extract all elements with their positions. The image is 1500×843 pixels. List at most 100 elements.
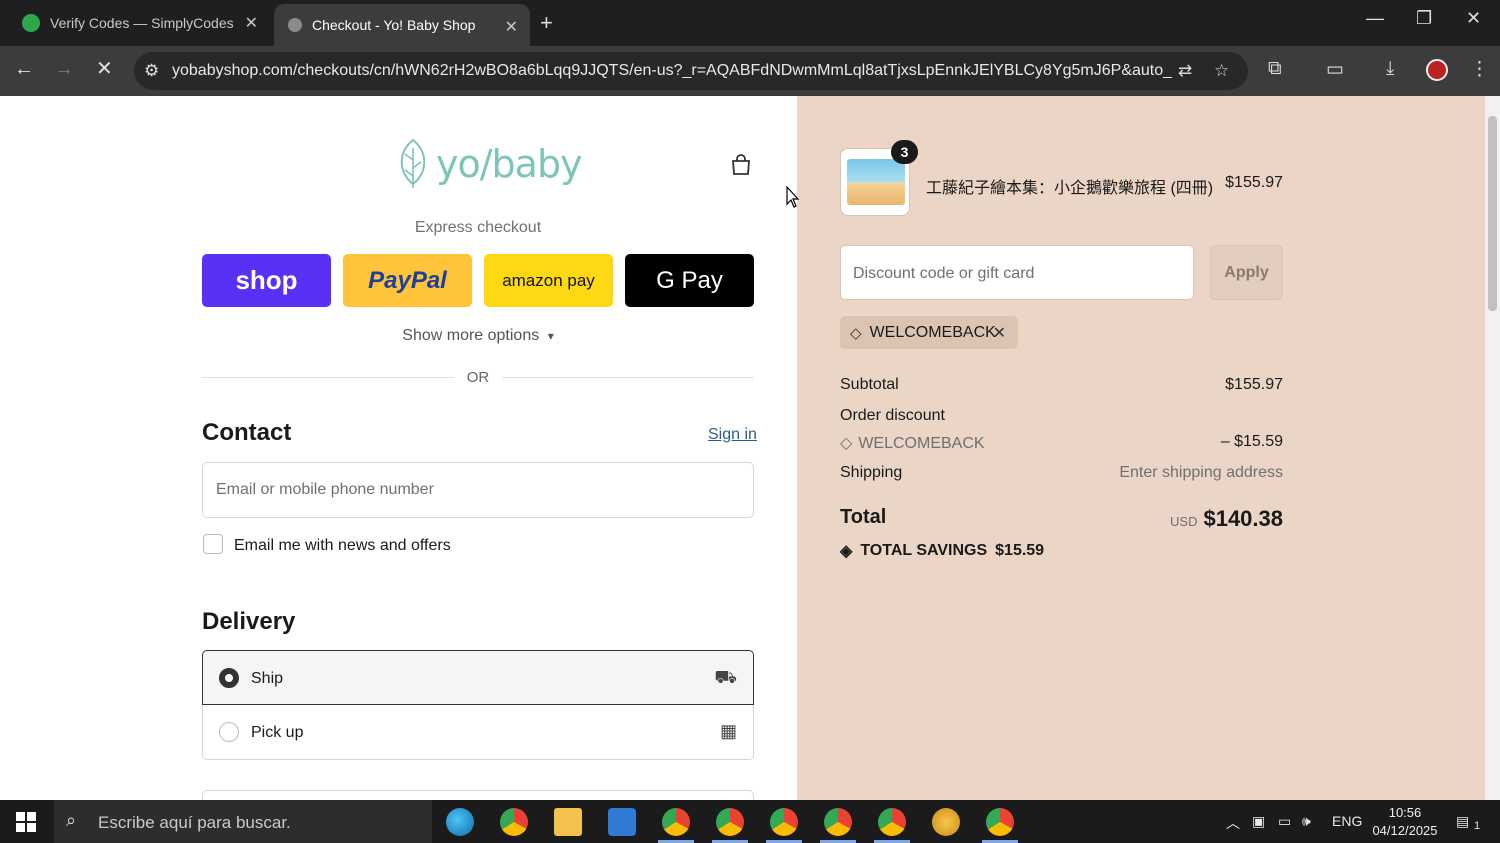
subtotal-value: $155.97 <box>1225 376 1283 393</box>
page-scrollbar[interactable] <box>1485 96 1500 800</box>
tab-checkout[interactable]: Checkout - Yo! Baby Shop ✕ <box>274 4 530 46</box>
apply-button[interactable]: Apply <box>1210 245 1283 300</box>
shipping-value: Enter shipping address <box>1119 464 1283 481</box>
google-pay-button[interactable]: G Pay <box>625 254 754 307</box>
delivery-option-pickup[interactable]: Pick up ▦ <box>202 705 754 760</box>
chrome-profile-icon[interactable] <box>712 808 748 843</box>
savings-label: TOTAL SAVINGS <box>860 542 988 559</box>
new-tab-icon[interactable]: + <box>540 10 553 36</box>
windows-start-icon[interactable] <box>16 812 36 832</box>
cast-icon[interactable]: ▭ <box>1326 58 1344 81</box>
shop-pay-button[interactable]: shop <box>202 254 331 307</box>
discount-code-input[interactable]: Discount code or gift card <box>840 245 1194 300</box>
next-section-box <box>202 790 754 800</box>
download-icon[interactable]: ⤓ <box>1386 58 1394 80</box>
taskbar-search[interactable]: ⌕ Escribe aquí para buscar. <box>54 800 432 843</box>
logo-text: yo/baby <box>436 142 583 186</box>
discount-value: – $15.59 <box>1220 433 1283 450</box>
site-info-icon[interactable]: ⚙ <box>144 61 159 81</box>
network-icon[interactable]: ▭ <box>1278 813 1291 830</box>
language-indicator[interactable]: ENG <box>1332 813 1362 829</box>
address-bar[interactable]: ⚙ yobabyshop.com/checkouts/cn/hWN62rH2wB… <box>134 52 1248 90</box>
product-image <box>847 159 905 205</box>
news-offers-label: Email me with news and offers <box>234 537 451 554</box>
app-icon[interactable] <box>932 808 960 836</box>
edge-icon[interactable] <box>446 808 474 836</box>
discount-code-text: WELCOMEBACK <box>858 435 985 452</box>
tag-icon: ◇ <box>850 324 862 342</box>
total-label: Total <box>840 506 887 528</box>
scrollbar-thumb[interactable] <box>1488 116 1497 311</box>
delivery-option-ship[interactable]: Ship ⛟ <box>202 650 754 705</box>
volume-icon[interactable]: 🕪 <box>1302 813 1311 830</box>
tab-simplycodes[interactable]: Verify Codes — SimplyCodes ✕ <box>0 0 270 46</box>
ship-label: Ship <box>251 670 284 687</box>
currency-code: USD <box>1170 514 1198 529</box>
shop-logo[interactable]: yo/baby <box>394 138 583 190</box>
express-checkout-label: Express checkout <box>414 219 542 236</box>
remove-code-icon[interactable]: ✕ <box>993 323 1006 343</box>
tag-icon: ◈ <box>840 543 853 560</box>
savings-value: $15.59 <box>995 542 1045 559</box>
shipping-label: Shipping <box>840 464 903 481</box>
news-offers-checkbox[interactable] <box>203 534 223 554</box>
divider <box>502 377 754 378</box>
show-more-options-link[interactable]: Show more options ▾ <box>202 327 754 345</box>
profile-avatar[interactable] <box>1426 59 1448 81</box>
forward-icon[interactable]: → <box>54 58 74 81</box>
show-hidden-icons-icon[interactable]: ︿ <box>1226 813 1240 833</box>
bookmark-star-icon[interactable]: ☆ <box>1214 61 1229 81</box>
shopping-bag-icon[interactable] <box>730 154 752 176</box>
clock-time: 10:56 <box>1388 805 1422 820</box>
close-window-icon[interactable]: ✕ <box>1466 8 1481 29</box>
subtotal-label: Subtotal <box>840 376 899 393</box>
contact-heading: Contact <box>202 419 292 446</box>
back-icon[interactable]: ← <box>14 58 34 81</box>
total-amount: USD $140.38 <box>1170 506 1283 532</box>
notification-count: 1 <box>1474 820 1481 832</box>
notifications-icon[interactable]: ▤ <box>1456 813 1469 830</box>
clock-date: 04/12/2025 <box>1372 823 1438 838</box>
chrome-profile-icon[interactable] <box>874 808 910 843</box>
product-price: $155.97 <box>1225 174 1283 191</box>
amazon-pay-button[interactable]: amazon pay <box>484 254 613 307</box>
chevron-down-icon: ▾ <box>547 329 554 343</box>
show-more-label: Show more options <box>402 327 540 344</box>
total-savings: ◈ TOTAL SAVINGS $15.59 <box>840 541 1044 561</box>
leaf-logo-icon <box>400 138 426 188</box>
sign-in-link[interactable]: Sign in <box>708 426 757 444</box>
paypal-button[interactable]: PayPal <box>343 254 472 307</box>
email-field[interactable]: Email or mobile phone number <box>202 462 754 518</box>
total-value: $140.38 <box>1203 506 1283 531</box>
extensions-icon[interactable]: ⧉ <box>1268 58 1282 80</box>
system-clock[interactable]: 10:56 04/12/2025 <box>1370 804 1440 840</box>
meet-now-icon[interactable]: ▣ <box>1252 813 1265 830</box>
pickup-label: Pick up <box>251 724 304 741</box>
close-tab-icon[interactable]: ✕ <box>505 17 518 37</box>
windows-taskbar: ⌕ Escribe aquí para buscar. ︿ ▣ ▭ 🕪 ENG … <box>0 800 1500 843</box>
or-separator: OR <box>466 369 490 386</box>
total-row: Total USD $140.38 <box>840 506 1283 536</box>
applied-code-chip: ◇ WELCOMEBACK ✕ <box>840 316 1018 349</box>
restore-icon[interactable]: ❐ <box>1416 8 1432 29</box>
discount-code-line: ◇ WELCOMEBACK <box>840 433 985 453</box>
discount-placeholder: Discount code or gift card <box>853 265 1035 282</box>
stop-loading-icon[interactable]: ✕ <box>96 56 113 81</box>
close-tab-icon[interactable]: ✕ <box>245 13 258 33</box>
search-icon: ⌕ <box>66 810 77 830</box>
minimize-icon[interactable]: — <box>1366 8 1384 29</box>
menu-icon[interactable]: ⋮ <box>1470 58 1489 81</box>
chrome-profile-icon[interactable] <box>982 808 1018 843</box>
pickup-radio[interactable] <box>219 722 239 742</box>
chrome-profile-icon[interactable] <box>766 808 802 843</box>
store-icon[interactable] <box>608 808 636 836</box>
delivery-heading: Delivery <box>202 608 296 635</box>
simplycodes-favicon-icon <box>22 14 40 32</box>
file-explorer-icon[interactable] <box>554 808 582 836</box>
translate-icon[interactable]: ⇄ <box>1178 61 1192 81</box>
chrome-profile-icon[interactable] <box>658 808 694 843</box>
ship-radio[interactable] <box>219 668 239 688</box>
chrome-profile-icon[interactable] <box>820 808 856 843</box>
chrome-icon[interactable] <box>500 808 528 836</box>
tab-title: Verify Codes — SimplyCodes <box>50 15 234 31</box>
